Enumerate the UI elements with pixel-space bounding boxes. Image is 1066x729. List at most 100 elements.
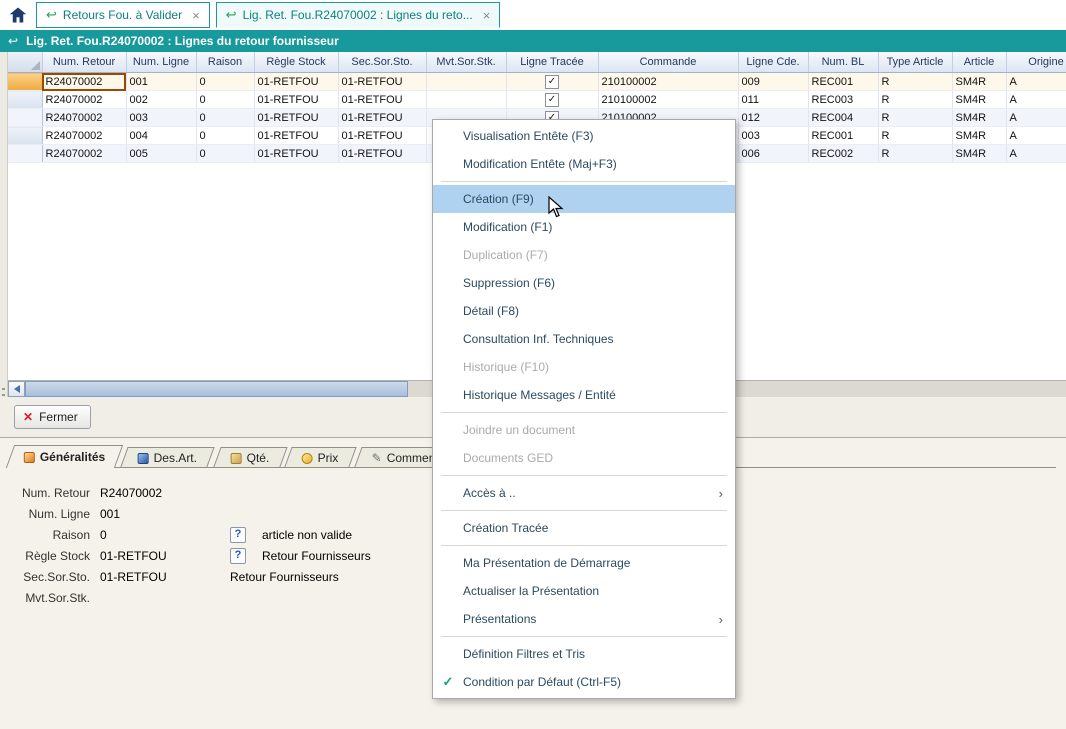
grid-cell[interactable]: A bbox=[1006, 73, 1066, 91]
column-header[interactable]: Num. Retour bbox=[42, 52, 126, 73]
detail-tab-des-art[interactable]: Des.Art. bbox=[121, 447, 216, 467]
grid-cell[interactable]: 0 bbox=[196, 145, 254, 163]
tab-retours-fou-a-valider[interactable]: ↩ Retours Fou. à Valider × bbox=[36, 2, 210, 28]
grid-cell[interactable]: SM4R bbox=[952, 127, 1006, 145]
grid-cell[interactable]: 001 bbox=[126, 73, 196, 91]
grid-cell[interactable]: 210100002 bbox=[598, 73, 738, 91]
grid-cell[interactable]: R24070002 bbox=[42, 145, 126, 163]
column-header[interactable]: Origine bbox=[1006, 52, 1066, 73]
grid-cell[interactable]: R24070002 bbox=[42, 109, 126, 127]
detail-tab-generalites[interactable]: Généralités bbox=[6, 445, 124, 468]
grid-cell[interactable]: ✓ bbox=[506, 73, 598, 91]
grid-cell[interactable]: A bbox=[1006, 91, 1066, 109]
grid-cell[interactable]: 01-RETFOU bbox=[254, 73, 338, 91]
column-header[interactable]: Raison bbox=[196, 52, 254, 73]
menu-item[interactable]: Historique Messages / Entité bbox=[433, 381, 735, 409]
grid-cell[interactable]: 012 bbox=[738, 109, 808, 127]
grid-cell[interactable]: ✓ bbox=[506, 91, 598, 109]
menu-item[interactable]: Ma Présentation de Démarrage bbox=[433, 549, 735, 577]
grid-cell[interactable]: R bbox=[878, 127, 952, 145]
grid-cell[interactable]: SM4R bbox=[952, 145, 1006, 163]
column-header[interactable]: Mvt.Sor.Stk. bbox=[426, 52, 506, 73]
grid-cell[interactable]: A bbox=[1006, 145, 1066, 163]
column-header[interactable]: Article bbox=[952, 52, 1006, 73]
scrollbar-thumb[interactable] bbox=[25, 381, 408, 397]
row-selector[interactable] bbox=[8, 109, 42, 127]
grid-cell[interactable]: R24070002 bbox=[42, 73, 126, 91]
grid-cell[interactable]: 004 bbox=[126, 127, 196, 145]
grid-cell[interactable]: REC002 bbox=[808, 145, 878, 163]
select-all-header[interactable] bbox=[8, 52, 42, 73]
grid-cell[interactable]: 0 bbox=[196, 109, 254, 127]
grid-cell[interactable]: SM4R bbox=[952, 73, 1006, 91]
menu-item[interactable]: Détail (F8) bbox=[433, 297, 735, 325]
grid-cell[interactable]: 01-RETFOU bbox=[338, 127, 426, 145]
menu-item[interactable]: Suppression (F6) bbox=[433, 269, 735, 297]
menu-item[interactable]: Consultation Inf. Techniques bbox=[433, 325, 735, 353]
close-tab-icon[interactable]: × bbox=[192, 8, 200, 23]
grid-cell[interactable]: R bbox=[878, 91, 952, 109]
row-selector[interactable] bbox=[8, 91, 42, 109]
column-header[interactable]: Règle Stock bbox=[254, 52, 338, 73]
grid-cell[interactable]: SM4R bbox=[952, 91, 1006, 109]
ligne-tracee-checkbox[interactable]: ✓ bbox=[545, 75, 559, 89]
grid-cell[interactable]: SM4R bbox=[952, 109, 1006, 127]
grid-cell[interactable]: 005 bbox=[126, 145, 196, 163]
grid-cell[interactable]: 01-RETFOU bbox=[338, 145, 426, 163]
tab-lig-ret-fou[interactable]: ↩ Lig. Ret. Fou.R24070002 : Lignes du re… bbox=[216, 2, 501, 28]
menu-item[interactable]: Présentations› bbox=[433, 605, 735, 633]
grid-cell[interactable]: R bbox=[878, 109, 952, 127]
grid-cell[interactable]: 003 bbox=[126, 109, 196, 127]
column-header[interactable]: Sec.Sor.Sto. bbox=[338, 52, 426, 73]
column-header[interactable]: Ligne Cde. bbox=[738, 52, 808, 73]
grid-cell[interactable]: 002 bbox=[126, 91, 196, 109]
grid-cell[interactable]: 006 bbox=[738, 145, 808, 163]
row-selector[interactable] bbox=[8, 127, 42, 145]
menu-item[interactable]: Actualiser la Présentation bbox=[433, 577, 735, 605]
column-header[interactable]: Ligne Tracée bbox=[506, 52, 598, 73]
ligne-tracee-checkbox[interactable]: ✓ bbox=[545, 93, 559, 107]
help-button[interactable]: ? bbox=[230, 548, 246, 564]
menu-item[interactable]: Création (F9) bbox=[433, 185, 735, 213]
menu-item[interactable]: Modification Entête (Maj+F3) bbox=[433, 150, 735, 178]
grid-cell[interactable]: 0 bbox=[196, 73, 254, 91]
close-tab-icon[interactable]: × bbox=[483, 8, 491, 23]
grid-cell[interactable]: A bbox=[1006, 127, 1066, 145]
grid-cell[interactable] bbox=[426, 91, 506, 109]
grid-cell[interactable]: 009 bbox=[738, 73, 808, 91]
column-header[interactable]: Num. BL bbox=[808, 52, 878, 73]
grid-cell[interactable]: REC004 bbox=[808, 109, 878, 127]
grid-cell[interactable]: 210100002 bbox=[598, 91, 738, 109]
fermer-button[interactable]: ✕ Fermer bbox=[14, 405, 91, 429]
help-button[interactable]: ? bbox=[230, 527, 246, 543]
grid-cell[interactable]: 011 bbox=[738, 91, 808, 109]
grid-cell[interactable]: 01-RETFOU bbox=[254, 145, 338, 163]
detail-tab-qte[interactable]: Qté. bbox=[213, 447, 287, 467]
grid-cell[interactable]: REC003 bbox=[808, 91, 878, 109]
grid-cell[interactable]: R24070002 bbox=[42, 127, 126, 145]
menu-item[interactable]: Création Tracée bbox=[433, 514, 735, 542]
column-header[interactable]: Commande bbox=[598, 52, 738, 73]
grid-cell[interactable]: 003 bbox=[738, 127, 808, 145]
grid-cell[interactable]: 0 bbox=[196, 91, 254, 109]
scroll-left-button[interactable] bbox=[8, 381, 25, 397]
grid-cell[interactable]: REC001 bbox=[808, 73, 878, 91]
grid-cell[interactable]: A bbox=[1006, 109, 1066, 127]
home-button[interactable] bbox=[6, 3, 30, 27]
grid-cell[interactable]: R bbox=[878, 73, 952, 91]
grid-cell[interactable]: 01-RETFOU bbox=[338, 91, 426, 109]
grid-cell[interactable]: 01-RETFOU bbox=[254, 91, 338, 109]
grid-cell[interactable]: 0 bbox=[196, 127, 254, 145]
detail-tab-prix[interactable]: Prix bbox=[285, 447, 357, 467]
left-splitter[interactable] bbox=[0, 52, 8, 397]
row-selector[interactable] bbox=[8, 73, 42, 91]
grid-cell[interactable]: R bbox=[878, 145, 952, 163]
grid-cell[interactable]: R24070002 bbox=[42, 91, 126, 109]
menu-item[interactable]: Modification (F1) bbox=[433, 213, 735, 241]
column-header[interactable]: Num. Ligne bbox=[126, 52, 196, 73]
grid-cell[interactable]: 01-RETFOU bbox=[254, 109, 338, 127]
grid-cell[interactable]: REC001 bbox=[808, 127, 878, 145]
row-selector[interactable] bbox=[8, 145, 42, 163]
grid-cell[interactable]: 01-RETFOU bbox=[338, 73, 426, 91]
grid-cell[interactable]: 01-RETFOU bbox=[254, 127, 338, 145]
